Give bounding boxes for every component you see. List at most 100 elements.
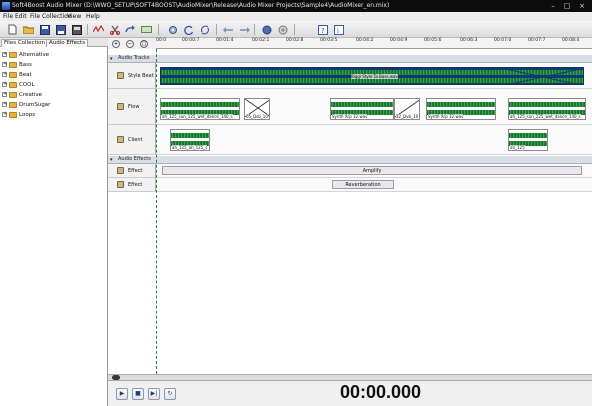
ruler-tick: 00:0	[156, 38, 167, 43]
audio-effects-header[interactable]: ▾ Audio Effects	[108, 156, 592, 164]
export-icon[interactable]	[70, 23, 83, 36]
effect-icon[interactable]	[117, 181, 124, 188]
expand-icon[interactable]: +	[2, 92, 7, 97]
effect-track-header[interactable]: Effect	[108, 164, 156, 178]
folder-icon	[9, 71, 17, 78]
info-icon[interactable]: i	[332, 23, 345, 36]
tree-item-creative[interactable]: + Creative	[2, 90, 42, 99]
title-bar: Soft4Boost Audio Mixer (D:\WWO_SETUP\SOF…	[0, 0, 592, 12]
redo-arrow-icon[interactable]	[238, 23, 251, 36]
save-as-icon[interactable]	[54, 23, 67, 36]
track-lane[interactable]: ah_125_ah_125_s ah_125	[156, 125, 592, 155]
effect-block-reverberation[interactable]: Reverberation	[332, 180, 394, 189]
redo-icon[interactable]	[124, 23, 137, 36]
audio-clip[interactable]: Synth Arp 32.wav	[426, 98, 496, 120]
new-project-icon[interactable]	[6, 23, 19, 36]
stop-button[interactable]: ■	[132, 388, 144, 400]
tree-item-beat[interactable]: + Beat	[2, 70, 32, 79]
expand-icon[interactable]: +	[2, 112, 7, 117]
folder-icon	[9, 111, 17, 118]
audio-clip[interactable]: 32_Dvb_10	[394, 98, 420, 120]
audio-clip[interactable]: Biggi Style Ta Bass.wav	[160, 67, 584, 85]
timeline-panel: + − □ 00:0 00:00:7 00:01:4 00:02:1 00:02…	[108, 38, 592, 374]
menu-edit[interactable]: Edit	[15, 13, 27, 20]
tab-files-collection[interactable]: Files Collection	[1, 39, 49, 47]
effect-track-header[interactable]: Effect	[108, 178, 156, 192]
files-collection-panel: Files Collection Audio Effects + Alternat…	[0, 38, 108, 406]
zoom-in-icon[interactable]: +	[112, 40, 120, 48]
expand-icon[interactable]: +	[2, 62, 7, 67]
tree-item-label: DrumSugar	[19, 101, 51, 108]
menu-help[interactable]: Help	[86, 13, 100, 20]
ruler-tick: 00:03:5	[320, 38, 338, 43]
effect-block-amplify[interactable]: Amplify	[162, 166, 582, 175]
playhead-cursor[interactable]	[156, 49, 157, 374]
tree-item-loops[interactable]: + Loops	[2, 110, 35, 119]
loop-button[interactable]: ↻	[164, 388, 176, 400]
track-header-client[interactable]: Client	[108, 125, 156, 155]
audio-clip[interactable]: 05_Dsb_10	[244, 98, 270, 120]
expand-icon[interactable]: +	[2, 82, 7, 87]
tree-item-drumsugar[interactable]: + DrumSugar	[2, 100, 50, 109]
maximize-button[interactable]: □	[562, 2, 572, 10]
track-name: Effect	[128, 168, 143, 174]
track-name: Flow	[128, 104, 140, 110]
track-header-flow[interactable]: Flow	[108, 89, 156, 125]
collapse-icon[interactable]: ▾	[110, 157, 113, 163]
next-button[interactable]: ▶|	[148, 388, 160, 400]
sync-icon[interactable]	[198, 23, 211, 36]
play-button[interactable]: ▶	[116, 388, 128, 400]
window-title: Soft4Boost Audio Mixer (D:\WWO_SETUP\SOF…	[12, 2, 390, 9]
time-ruler[interactable]: 00:0 00:00:7 00:01:4 00:02:1 00:02:8 00:…	[156, 38, 592, 49]
collapse-icon[interactable]: ▾	[110, 56, 113, 62]
menu-view[interactable]: View	[67, 13, 81, 20]
menu-file[interactable]: File	[3, 13, 13, 20]
expand-icon[interactable]: +	[2, 102, 7, 107]
audio-clip[interactable]: ah_125_sun_125_wet_dance_140_s	[508, 98, 586, 120]
minimize-button[interactable]: –	[548, 2, 558, 10]
settings-icon[interactable]	[166, 23, 179, 36]
edit-icon[interactable]	[140, 23, 153, 36]
audio-tracks-header[interactable]: ▾ Audio Tracks	[108, 55, 592, 63]
speaker-icon[interactable]	[117, 72, 124, 79]
ruler-tick: 00:04:2	[356, 38, 374, 43]
zoom-out-icon[interactable]: −	[126, 40, 134, 48]
zoom-fit-icon[interactable]: □	[140, 40, 148, 48]
open-project-icon[interactable]	[22, 23, 35, 36]
help-icon[interactable]: ?	[316, 23, 329, 36]
save-project-icon[interactable]	[38, 23, 51, 36]
ruler-tick: 00:07:7	[528, 38, 546, 43]
undo-icon[interactable]	[222, 23, 235, 36]
menu-file-collection[interactable]: File Collection	[30, 13, 72, 20]
track-name: Style Beat	[128, 73, 154, 79]
record-icon[interactable]	[260, 23, 273, 36]
expand-icon[interactable]: +	[2, 52, 7, 57]
audio-cd-icon[interactable]	[276, 23, 289, 36]
tree-item-bass[interactable]: + Bass	[2, 60, 32, 69]
track-lane[interactable]: Biggi Style Ta Bass.wav	[156, 63, 592, 89]
effect-lane[interactable]: Reverberation	[156, 178, 592, 192]
tree-item-alternative[interactable]: + Alternative	[2, 50, 49, 59]
effect-icon[interactable]	[117, 167, 124, 174]
folder-icon	[9, 51, 17, 58]
refresh-icon[interactable]	[182, 23, 195, 36]
tree-item-label: COOL	[19, 81, 35, 88]
ruler-tick: 00:07:0	[494, 38, 512, 43]
effect-lane[interactable]: Amplify	[156, 164, 592, 178]
wave-edit-icon[interactable]	[92, 23, 105, 36]
tab-audio-effects[interactable]: Audio Effects	[46, 39, 89, 47]
close-button[interactable]: ×	[577, 2, 587, 10]
audio-clip[interactable]: ah_125	[508, 129, 548, 151]
track-lane[interactable]: ah_125_sun_125_wet_dance_140_s 05_Dsb_10…	[156, 89, 592, 125]
expand-icon[interactable]: +	[2, 72, 7, 77]
speaker-icon[interactable]	[117, 103, 124, 110]
track-header-style-beat[interactable]: Style Beat	[108, 63, 156, 89]
menu-bar: File Edit File Collection View Help	[0, 12, 592, 21]
audio-clip[interactable]: ah_125_ah_125_s	[170, 129, 210, 151]
audio-clip[interactable]: ah_125_sun_125_wet_dance_140_s	[160, 98, 240, 120]
svg-text:i: i	[337, 27, 339, 35]
tree-item-cool[interactable]: + COOL	[2, 80, 35, 89]
audio-clip[interactable]: Synth Arp 32.wav	[330, 98, 394, 120]
cut-icon[interactable]	[108, 23, 121, 36]
speaker-icon[interactable]	[117, 136, 124, 143]
